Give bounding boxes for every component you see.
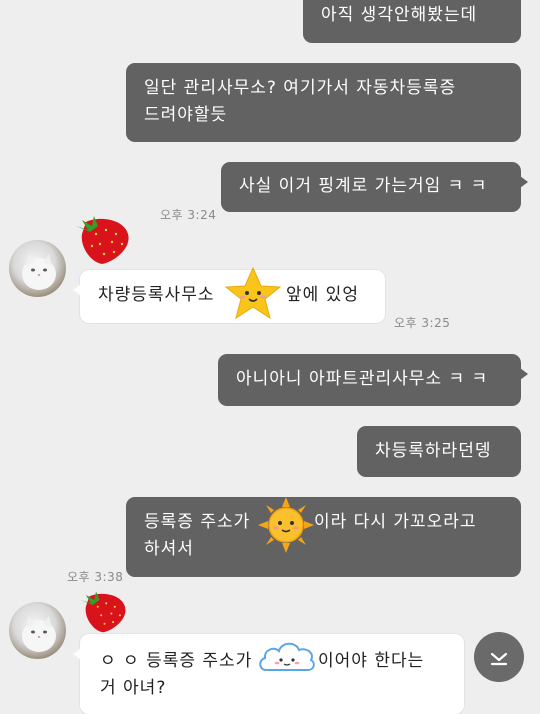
message-bubble-outgoing[interactable]: 아직 생각안해봤는데	[303, 0, 521, 43]
sun-emoticon	[258, 497, 314, 553]
scroll-to-bottom-button[interactable]	[474, 632, 524, 682]
message-text: 앞에 있엉	[286, 285, 359, 305]
message-bubble-outgoing[interactable]: 사실 이거 핑계로 가는거임 ㅋ ㅋ	[221, 162, 528, 212]
timestamp: 오후 3:24	[160, 208, 217, 222]
message-text: 아직 생각안해봤는데	[321, 5, 478, 25]
timestamp: 오후 3:38	[67, 570, 124, 584]
strawberry-icon	[76, 216, 129, 264]
message-text: 등록증 주소가	[144, 512, 251, 532]
message-text: 차등록하라던뎅	[375, 441, 492, 461]
timestamp: 오후 3:25	[394, 316, 451, 330]
message-text: 일단 관리사무소? 여기가서 자동차등록증	[144, 78, 457, 98]
message-text: 차량등록사무소	[98, 285, 215, 305]
cloud-emoticon	[259, 642, 315, 671]
message-text: 거 아녀?	[100, 678, 167, 698]
message-text: 등록증 주소가 이라 다시 가꼬오라고	[144, 509, 503, 536]
message-text: 아니아니 아파트관리사무소 ㅋ ㅋ	[236, 369, 489, 389]
message-bubble-outgoing[interactable]: 차등록하라던뎅	[357, 426, 521, 477]
message-text: 하셔서	[144, 539, 194, 559]
message-bubble-outgoing[interactable]: 등록증 주소가 이라 다시 가꼬오라고 하셔서	[126, 497, 521, 577]
message-text: ㅇ ㅇ 등록증 주소가	[100, 651, 253, 671]
message-bubble-outgoing[interactable]: 아니아니 아파트관리사무소 ㅋ ㅋ	[218, 354, 528, 406]
cat-photo	[22, 616, 56, 652]
message-text: 이라 다시 가꼬오라고	[314, 512, 477, 532]
strawberry-icon	[80, 591, 126, 633]
message-text: 이어야 한다는	[318, 651, 425, 671]
avatar[interactable]	[9, 240, 66, 297]
star-emoticon	[224, 266, 282, 320]
message-text: 사실 이거 핑계로 가는거임 ㅋ ㅋ	[239, 176, 488, 196]
message-text: 드려야할듯	[144, 105, 228, 125]
avatar[interactable]	[9, 602, 66, 659]
chevron-down-icon	[490, 652, 508, 666]
cat-photo	[22, 254, 56, 290]
message-bubble-outgoing[interactable]: 일단 관리사무소? 여기가서 자동차등록증 드려야할듯	[126, 63, 521, 142]
